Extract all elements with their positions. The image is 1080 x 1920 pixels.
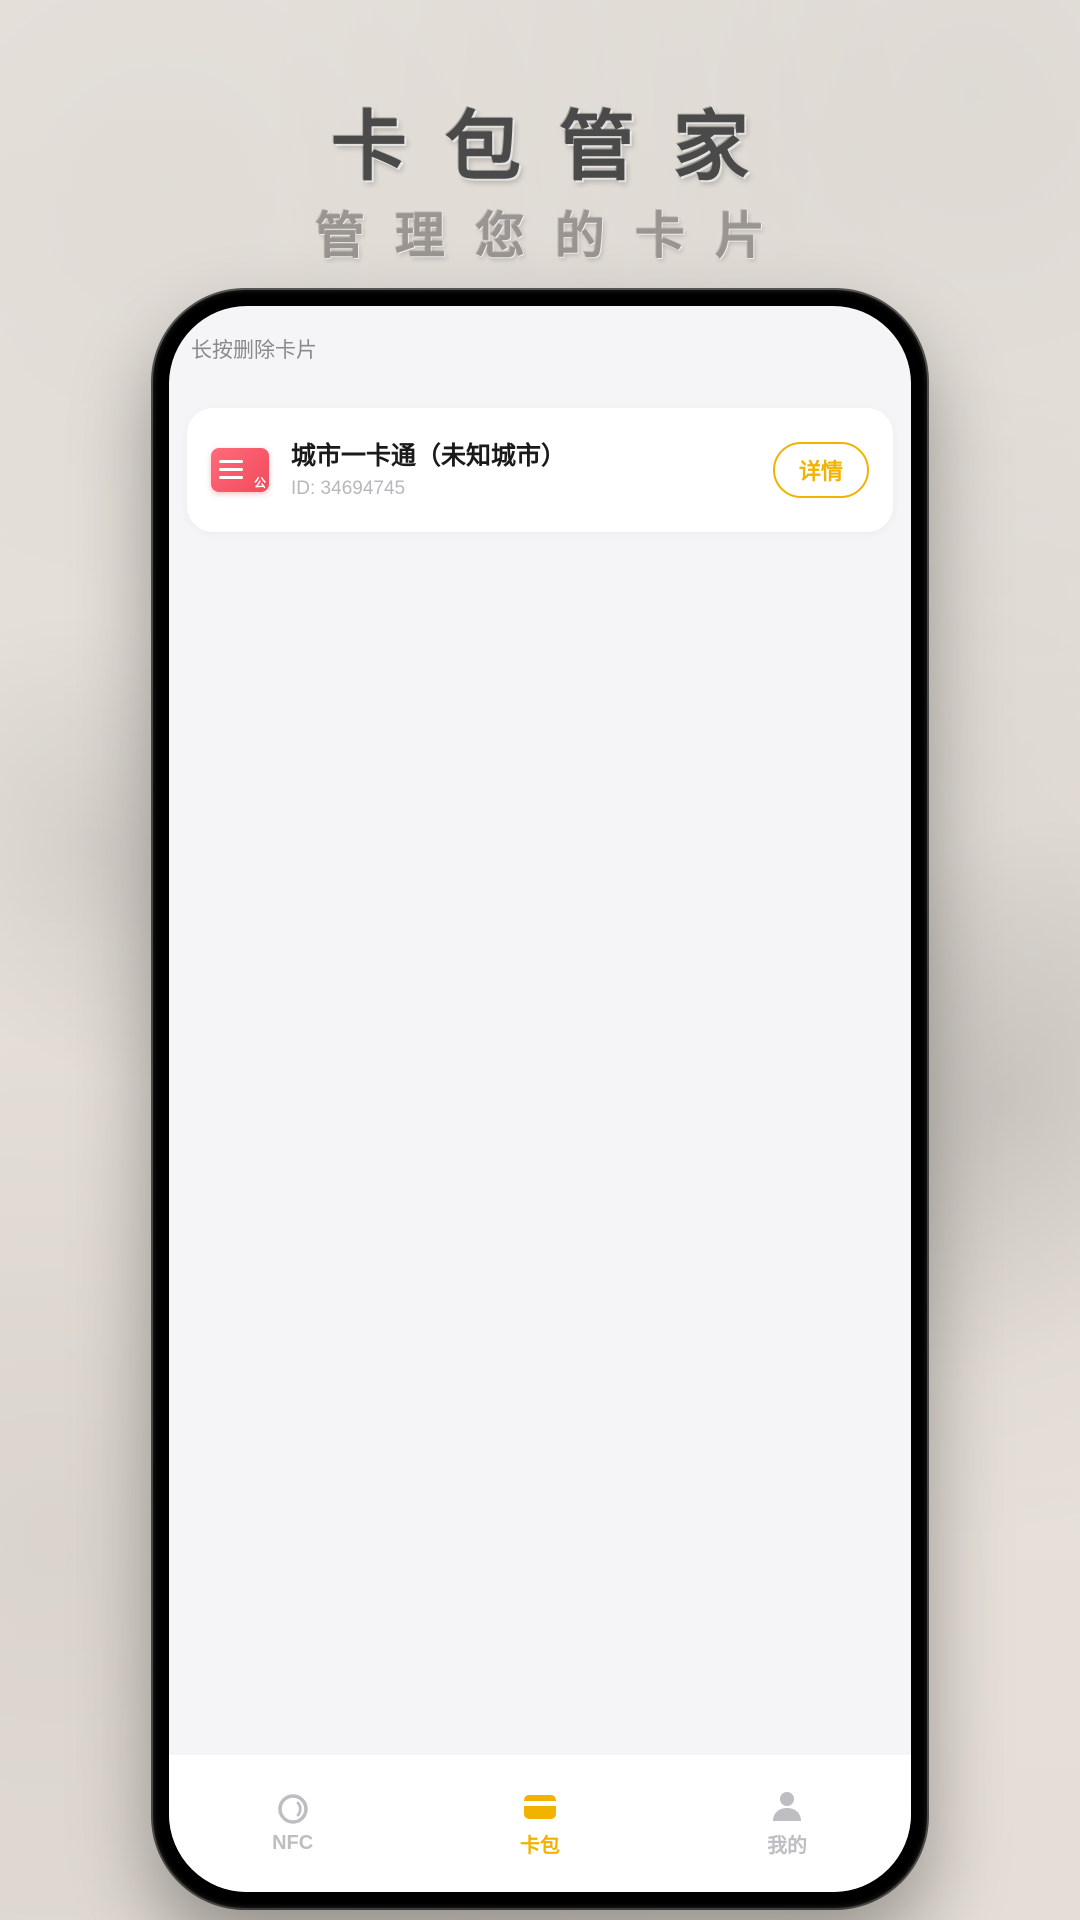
tab-label: 我的 bbox=[767, 1829, 807, 1858]
bottom-tabbar: NFC 卡包 我的 bbox=[169, 1754, 911, 1892]
card-id: ID: 34694745 bbox=[291, 478, 751, 500]
card-text: 城市一卡通（未知城市） ID: 34694745 bbox=[291, 440, 751, 501]
status-area: 长按删除卡片 bbox=[169, 306, 911, 364]
phone-frame: 长按删除卡片 城市一卡通（未知城市） ID: 34694745 详情 bbox=[153, 290, 927, 1908]
person-icon bbox=[766, 1789, 808, 1823]
phone-screen: 长按删除卡片 城市一卡通（未知城市） ID: 34694745 详情 bbox=[169, 306, 911, 1892]
hero-subtitle: 管理您的卡片 bbox=[0, 196, 1080, 268]
card-title: 城市一卡通（未知城市） bbox=[291, 440, 751, 473]
tab-label: NFC bbox=[272, 1832, 313, 1855]
wallet-icon bbox=[519, 1789, 561, 1823]
delete-hint: 长按删除卡片 bbox=[191, 334, 889, 364]
card-item[interactable]: 城市一卡通（未知城市） ID: 34694745 详情 bbox=[187, 408, 893, 532]
tab-nfc[interactable]: NFC bbox=[169, 1755, 416, 1892]
detail-button[interactable]: 详情 bbox=[773, 442, 869, 498]
tab-wallet[interactable]: 卡包 bbox=[416, 1755, 663, 1892]
hero-title: 卡包管家 bbox=[0, 85, 1080, 195]
tab-mine[interactable]: 我的 bbox=[664, 1755, 911, 1892]
nfc-icon bbox=[272, 1792, 314, 1826]
transit-card-icon bbox=[211, 448, 269, 492]
tab-label: 卡包 bbox=[520, 1829, 560, 1858]
card-list: 城市一卡通（未知城市） ID: 34694745 详情 bbox=[169, 364, 911, 1754]
